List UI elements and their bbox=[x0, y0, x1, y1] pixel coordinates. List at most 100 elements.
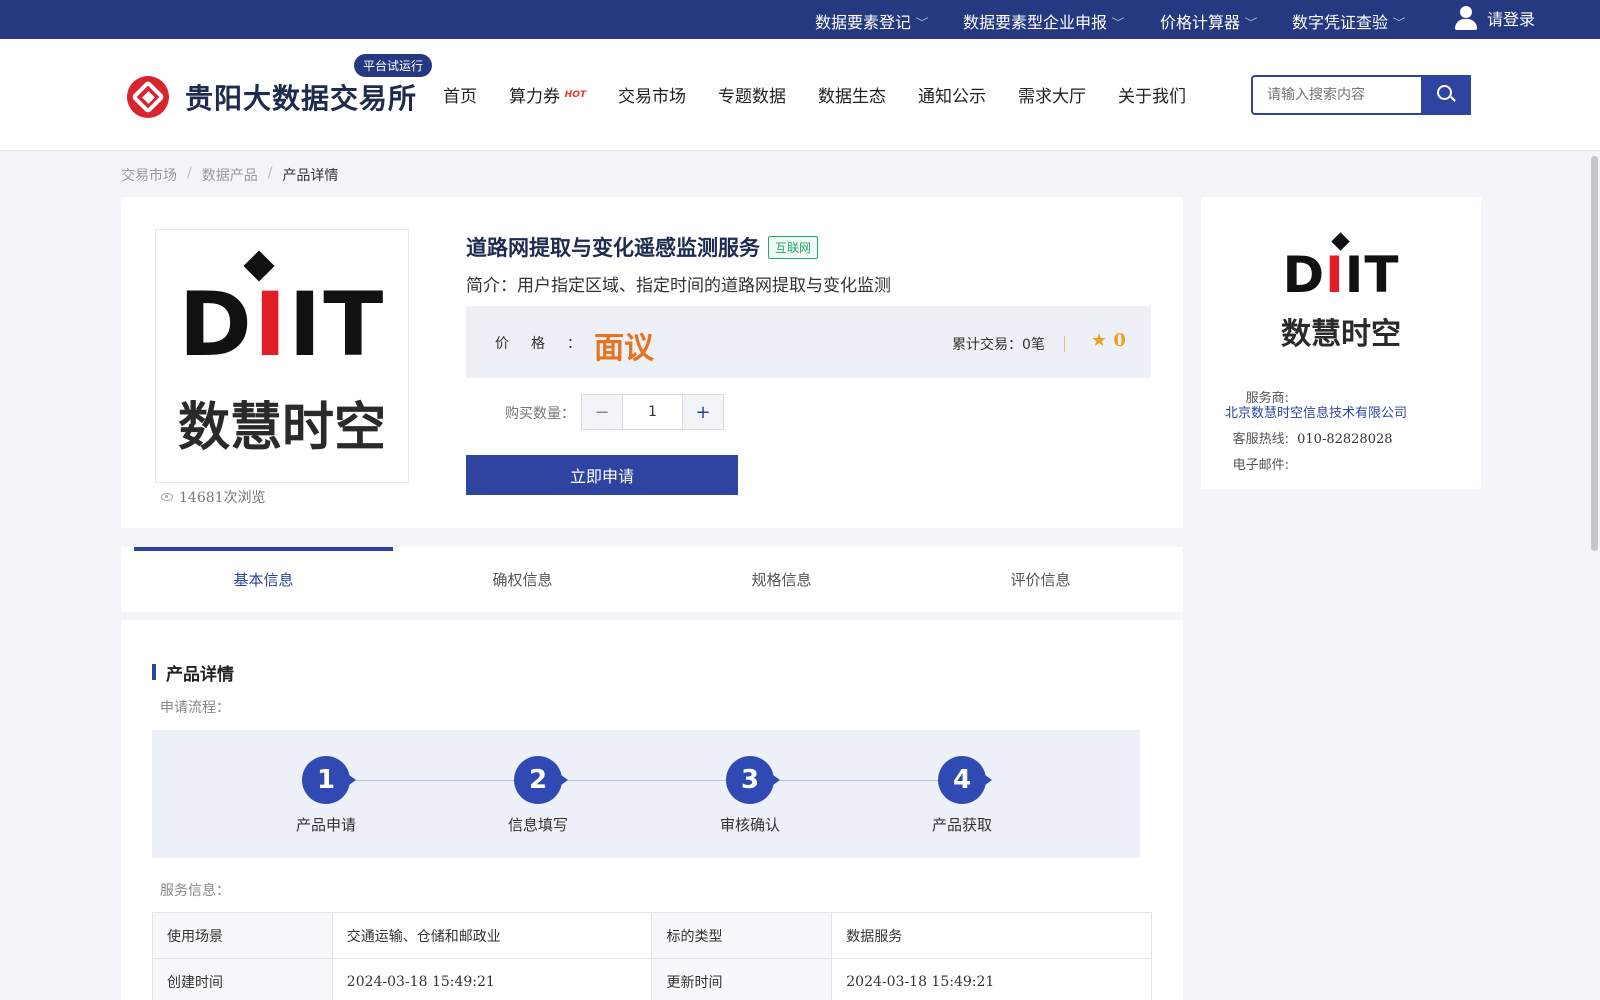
login-link[interactable]: 请登录 bbox=[1455, 6, 1535, 30]
nav-topic-data[interactable]: 专题数据 bbox=[718, 82, 786, 107]
topbar-price-calculator-label: 价格计算器 bbox=[1160, 13, 1241, 32]
trade-count-value: 0笔 bbox=[1022, 337, 1045, 353]
breadcrumb-current: 产品详情 bbox=[282, 168, 339, 184]
process-label: 申请流程： bbox=[160, 700, 230, 716]
email-label: 电子邮件: bbox=[1232, 458, 1289, 473]
table-cell-key: 使用场景 bbox=[152, 912, 333, 959]
provider-label: 服务商: bbox=[1245, 391, 1289, 406]
provider-logo: DIIT 数慧时空 bbox=[1201, 227, 1481, 357]
provider-name-link[interactable]: 北京数慧时空信息技术有限公司 bbox=[1225, 406, 1407, 422]
table-cell-key: 标的类型 bbox=[651, 912, 833, 959]
eye-icon bbox=[161, 493, 173, 501]
trade-count: 累计交易：0笔 bbox=[952, 334, 1045, 354]
table-row: 使用场景 交通运输、仓储和邮政业 标的类型 数据服务 bbox=[152, 912, 1152, 959]
step-item: 3 审核确认 bbox=[690, 756, 810, 835]
view-count-label: 14681次浏览 bbox=[179, 490, 266, 506]
section-title: 产品详情 bbox=[152, 660, 234, 685]
nav-compute-voucher[interactable]: 算力券 HOT bbox=[509, 82, 586, 107]
scrollbar-thumb[interactable] bbox=[1591, 156, 1598, 551]
main-nav: 首页 算力券 HOT 交易市场 专题数据 数据生态 通知公示 需求大厅 关于我们 bbox=[443, 82, 1218, 107]
topbar-register[interactable]: 数据要素登记 ﹀ bbox=[815, 9, 929, 33]
provider-row: 服务商: 北京数慧时空信息技术有限公司 bbox=[1221, 387, 1476, 422]
nav-notices[interactable]: 通知公示 bbox=[918, 82, 986, 107]
trade-count-label: 累计交易： bbox=[952, 337, 1022, 353]
breadcrumb-separator: / bbox=[187, 165, 192, 181]
decrease-quantity-button[interactable]: − bbox=[582, 395, 622, 429]
product-title-text: 道路网提取与变化遥感监测服务 bbox=[466, 236, 760, 260]
step-item: 2 信息填写 bbox=[478, 756, 598, 835]
user-icon bbox=[1455, 6, 1477, 30]
service-info-label: 服务信息： bbox=[160, 883, 230, 899]
step-number: 1 bbox=[302, 756, 356, 804]
topbar-enterprise-apply[interactable]: 数据要素型企业申报 ﹀ bbox=[963, 9, 1125, 33]
nav-market[interactable]: 交易市场 bbox=[618, 82, 686, 107]
price-value: 面议 bbox=[594, 331, 654, 366]
price-label: 价格： bbox=[495, 336, 603, 352]
increase-quantity-button[interactable]: + bbox=[683, 395, 723, 429]
view-count: 14681次浏览 bbox=[161, 487, 266, 507]
table-cell-key: 创建时间 bbox=[152, 958, 333, 1000]
hotline-value: 010-82828028 bbox=[1297, 432, 1393, 447]
trial-badge: 平台试运行 bbox=[354, 54, 433, 77]
quantity-stepper: − 1 + bbox=[581, 394, 724, 430]
chevron-down-icon: ﹀ bbox=[1111, 17, 1125, 29]
topbar-register-label: 数据要素登记 bbox=[815, 13, 912, 32]
rating: ★ 0 bbox=[1091, 330, 1126, 351]
breadcrumb-market[interactable]: 交易市场 bbox=[121, 165, 177, 185]
search-button[interactable] bbox=[1421, 75, 1471, 115]
hotline-label: 客服热线: bbox=[1232, 432, 1289, 447]
nav-about[interactable]: 关于我们 bbox=[1118, 82, 1186, 107]
step-number: 2 bbox=[514, 756, 568, 804]
price-box: 价格： 面议 累计交易：0笔 ★ 0 bbox=[466, 306, 1151, 378]
process-line bbox=[326, 780, 962, 781]
product-intro: 简介：用户指定区域、指定时间的道路网提取与变化监测 bbox=[466, 276, 891, 296]
rating-value: 0 bbox=[1113, 330, 1126, 351]
step-label: 产品获取 bbox=[931, 816, 992, 834]
hotline-row: 客服热线: 010-82828028 bbox=[1221, 428, 1393, 447]
nav-ecosystem[interactable]: 数据生态 bbox=[818, 82, 886, 107]
product-title: 道路网提取与变化遥感监测服务 互联网 bbox=[466, 232, 819, 262]
nav-home[interactable]: 首页 bbox=[443, 82, 477, 107]
table-cell-key: 更新时间 bbox=[651, 958, 833, 1000]
nav-demand-hall[interactable]: 需求大厅 bbox=[1018, 82, 1086, 107]
topbar-enterprise-apply-label: 数据要素型企业申报 bbox=[963, 13, 1108, 32]
login-label: 请登录 bbox=[1487, 10, 1536, 29]
step-number: 4 bbox=[938, 756, 992, 804]
quantity-label: 购买数量： bbox=[505, 406, 575, 422]
detail-tabs: 基本信息 确权信息 规格信息 评价信息 bbox=[121, 547, 1183, 612]
tab-rights-info[interactable]: 确权信息 bbox=[393, 547, 652, 612]
table-cell-value: 数据服务 bbox=[831, 912, 1152, 959]
breadcrumb: 交易市场 / 数据产品 / 产品详情 bbox=[121, 165, 338, 185]
table-cell-value: 2024-03-18 15:49:21 bbox=[831, 958, 1152, 1000]
step-number: 3 bbox=[726, 756, 780, 804]
topbar-price-calculator[interactable]: 价格计算器 ﹀ bbox=[1160, 9, 1258, 33]
service-info-table: 使用场景 交通运输、仓储和邮政业 标的类型 数据服务 创建时间 2024-03-… bbox=[152, 912, 1152, 1000]
tab-basic-info[interactable]: 基本信息 bbox=[134, 547, 393, 612]
tab-spec-info[interactable]: 规格信息 bbox=[652, 547, 911, 612]
chevron-down-icon: ﹀ bbox=[1392, 17, 1406, 29]
main-header: 贵阳大数据交易所 平台试运行 首页 算力券 HOT 交易市场 专题数据 数据生态… bbox=[0, 39, 1600, 151]
email-row: 电子邮件: bbox=[1221, 454, 1293, 473]
step-item: 1 产品申请 bbox=[266, 756, 386, 835]
chevron-down-icon: ﹀ bbox=[915, 17, 929, 29]
divider bbox=[1064, 336, 1065, 352]
breadcrumb-data-products[interactable]: 数据产品 bbox=[202, 165, 258, 185]
step-label: 信息填写 bbox=[507, 816, 568, 834]
chevron-down-icon: ﹀ bbox=[1244, 17, 1258, 29]
provider-logo-image: DIIT 数慧时空 bbox=[156, 230, 408, 484]
exchange-logo-icon[interactable] bbox=[127, 76, 169, 118]
provider-card: DIIT 数慧时空 服务商: 北京数慧时空信息技术有限公司 客服热线: 010-… bbox=[1201, 197, 1481, 489]
step-label: 产品申请 bbox=[295, 816, 356, 834]
hot-badge: HOT bbox=[564, 90, 586, 100]
table-row: 创建时间 2024-03-18 15:49:21 更新时间 2024-03-18… bbox=[152, 958, 1152, 1000]
table-cell-value: 交通运输、仓储和邮政业 bbox=[331, 912, 653, 959]
apply-button[interactable]: 立即申请 bbox=[466, 455, 738, 495]
tab-reviews[interactable]: 评价信息 bbox=[911, 547, 1170, 612]
category-tag: 互联网 bbox=[768, 235, 819, 259]
topbar-voucher-check[interactable]: 数字凭证查验 ﹀ bbox=[1292, 9, 1406, 33]
star-icon: ★ bbox=[1091, 330, 1108, 351]
page-scrollbar[interactable] bbox=[1588, 152, 1600, 1000]
quantity-input[interactable]: 1 bbox=[622, 395, 683, 429]
site-logo-text[interactable]: 贵阳大数据交易所 bbox=[185, 77, 417, 117]
product-image: DIIT 数慧时空 bbox=[155, 229, 409, 483]
